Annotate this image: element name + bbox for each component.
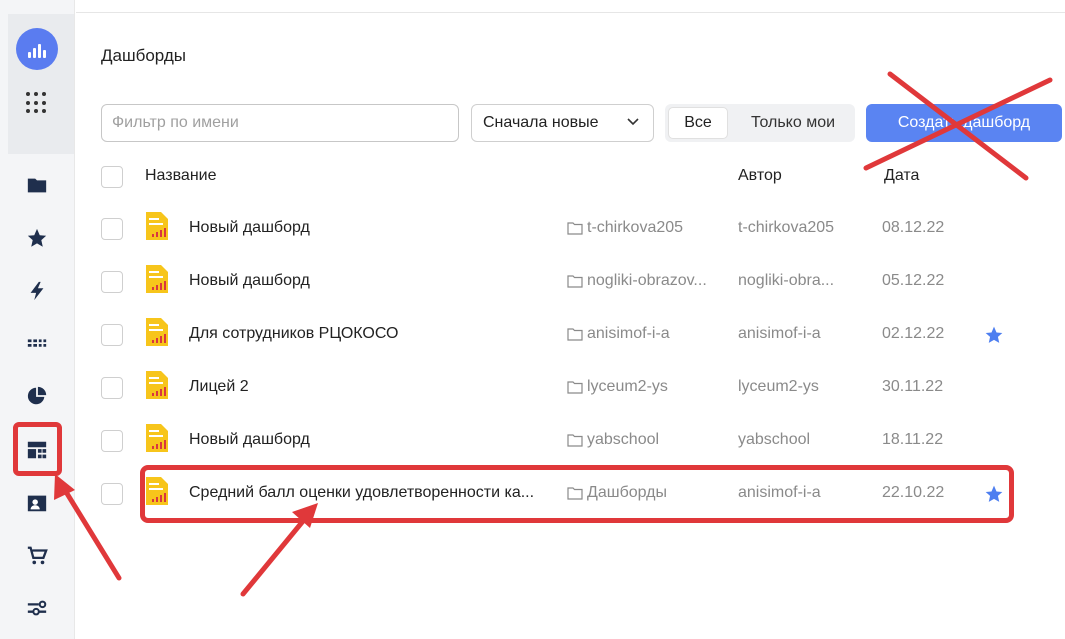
row-name[interactable]: Новый дашборд [189,431,310,449]
row-author: anisimof-i-a [738,325,821,342]
table-row[interactable]: Лицей 2 lyceum2-ys lyceum2-ys 30.11.22 [80,362,1065,415]
contacts-icon[interactable] [25,491,49,515]
settings-icon[interactable] [25,596,49,620]
row-author: lyceum2-ys [738,378,819,395]
table-row[interactable]: Новый дашборд t-chirkova205 t-chirkova20… [80,203,1065,256]
row-folder[interactable]: nogliki-obrazov... [567,272,707,290]
row-author: yabschool [738,431,811,448]
row-folder-label: lyceum2-ys [587,378,668,395]
row-checkbox[interactable] [101,483,123,505]
folder-outline-icon [567,328,583,341]
create-dashboard-button[interactable]: Создать дашборд [866,104,1062,142]
chevron-down-icon [627,118,639,126]
dashboard-file-icon [146,212,168,240]
row-folder[interactable]: yabschool [567,431,659,449]
row-name[interactable]: Лицей 2 [189,378,249,396]
dashboard-file-icon [146,265,168,293]
top-divider [76,12,1065,13]
row-name[interactable]: Новый дашборд [189,219,310,237]
table-row[interactable]: Для сотрудников РЦОКОСО anisimof-i-a ani… [80,309,1065,362]
sidebar-divider [74,0,75,639]
annotation-highlight-row [140,465,1014,523]
bolt-icon[interactable] [25,279,49,303]
apps-grid-icon[interactable] [26,92,48,114]
dashboard-file-icon [146,318,168,346]
dashboard-file-icon [146,424,168,452]
header-name[interactable]: Название [145,167,217,185]
star-icon[interactable] [25,226,49,250]
datasets-icon[interactable] [25,332,49,356]
row-folder-label: anisimof-i-a [587,325,670,342]
owner-segment: Все Только мои [665,104,855,142]
table-row[interactable]: Новый дашборд yabschool yabschool 18.11.… [80,415,1065,468]
annotation-highlight-nav [13,422,62,476]
dashboard-file-icon [146,371,168,399]
sort-select[interactable]: Сначала новые [471,104,654,142]
row-author: t-chirkova205 [738,219,835,236]
row-date: 08.12.22 [882,219,945,236]
row-date: 30.11.22 [882,378,944,395]
folder-icon[interactable] [25,173,49,197]
row-folder[interactable]: t-chirkova205 [567,219,683,237]
charts-icon[interactable] [25,384,49,408]
sidebar [0,0,74,639]
select-all-checkbox[interactable] [101,166,123,188]
header-author[interactable]: Автор [738,167,782,185]
sort-select-value: Сначала новые [483,114,599,131]
row-folder[interactable]: anisimof-i-a [567,325,670,343]
row-checkbox[interactable] [101,377,123,399]
segment-mine[interactable]: Только мои [737,107,849,139]
row-checkbox[interactable] [101,430,123,452]
row-name[interactable]: Для сотрудников РЦОКОСО [189,325,399,343]
row-checkbox[interactable] [101,271,123,293]
cart-icon[interactable] [25,544,49,568]
logo-icon[interactable] [16,28,58,70]
favorite-star-icon[interactable] [984,325,1004,345]
row-folder-label: nogliki-obrazov... [587,272,707,289]
row-author: nogliki-obra... [738,272,835,289]
header-date[interactable]: Дата [884,167,919,185]
row-name[interactable]: Новый дашборд [189,272,310,290]
table-row[interactable]: Новый дашборд nogliki-obrazov... nogliki… [80,256,1065,309]
filter-input[interactable] [101,104,459,142]
row-date: 18.11.22 [882,431,944,448]
row-folder-label: yabschool [587,431,660,448]
segment-all[interactable]: Все [668,107,728,139]
row-checkbox[interactable] [101,324,123,346]
row-date: 02.12.22 [882,325,945,342]
folder-outline-icon [567,381,583,394]
row-folder[interactable]: lyceum2-ys [567,378,668,396]
folder-outline-icon [567,434,583,447]
row-checkbox[interactable] [101,218,123,240]
page-title: Дашборды [101,46,186,65]
row-date: 05.12.22 [882,272,945,289]
folder-outline-icon [567,275,583,288]
row-folder-label: t-chirkova205 [587,219,684,236]
folder-outline-icon [567,222,583,235]
